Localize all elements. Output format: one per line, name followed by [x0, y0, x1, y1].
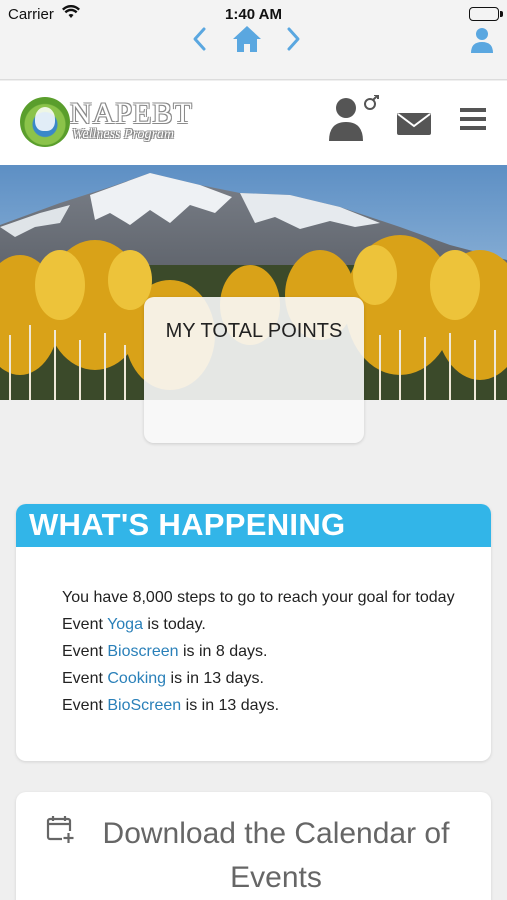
- event-prefix: Event: [62, 616, 108, 633]
- hamburger-menu-icon[interactable]: [460, 107, 486, 136]
- brand-tagline: Wellness Program: [72, 127, 175, 142]
- user-gender-icon[interactable]: [328, 94, 380, 148]
- event-item: Event Bioscreen is in 8 days.: [62, 641, 491, 662]
- status-bar: Carrier 1:40 AM: [0, 4, 507, 24]
- whats-happening-panel: WHAT'S HAPPENING You have 8,000 steps to…: [16, 504, 491, 761]
- event-item: Event Cooking is in 13 days.: [62, 668, 491, 689]
- app-header: NAPEBT Wellness Program: [0, 81, 507, 165]
- download-calendar-label: Download the Calendar of Events: [102, 817, 450, 894]
- brand-logo[interactable]: NAPEBT Wellness Program: [20, 95, 200, 151]
- top-chrome: Carrier 1:40 AM: [0, 0, 507, 80]
- event-prefix: Event: [62, 697, 108, 714]
- event-link-bioscreen-2[interactable]: BioScreen: [107, 697, 181, 714]
- whats-happening-title: WHAT'S HAPPENING: [16, 504, 491, 547]
- event-suffix: is in 13 days.: [166, 670, 264, 687]
- whats-happening-body: You have 8,000 steps to go to reach your…: [16, 547, 491, 716]
- event-link-cooking[interactable]: Cooking: [107, 670, 166, 687]
- event-item: Event BioScreen is in 13 days.: [62, 695, 491, 716]
- steps-message: You have 8,000 steps to go to reach your…: [62, 589, 455, 606]
- event-item: Event Yoga is today.: [62, 614, 491, 635]
- mail-icon[interactable]: [397, 111, 431, 140]
- event-suffix: is in 13 days.: [181, 697, 280, 714]
- event-prefix: Event: [62, 670, 108, 687]
- event-suffix: is in 8 days.: [178, 643, 268, 660]
- event-suffix: is today.: [142, 616, 206, 633]
- event-prefix: Event: [62, 643, 108, 660]
- total-points-card[interactable]: MY TOTAL POINTS: [144, 297, 364, 443]
- logo-emblem-icon: [20, 97, 70, 147]
- chevron-left-icon[interactable]: [190, 26, 210, 57]
- brand-name: NAPEBT: [70, 97, 193, 130]
- download-calendar-card[interactable]: Download the Calendar of Events: [16, 792, 491, 900]
- home-icon[interactable]: [231, 24, 263, 59]
- chevron-right-icon[interactable]: [283, 26, 303, 57]
- total-points-title: MY TOTAL POINTS: [165, 320, 343, 342]
- clock: 1:40 AM: [225, 6, 282, 23]
- user-icon[interactable]: [470, 26, 494, 59]
- event-link-yoga[interactable]: Yoga: [107, 616, 143, 633]
- battery-icon: [469, 7, 503, 21]
- event-link-bioscreen[interactable]: Bioscreen: [107, 643, 178, 660]
